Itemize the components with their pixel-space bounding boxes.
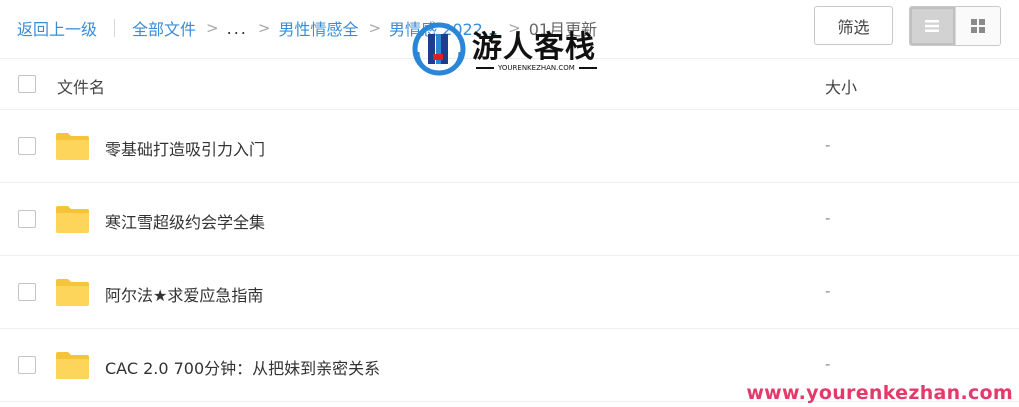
file-row[interactable]: 阿尔法★求爱应急指南 - [0,256,1019,329]
file-row[interactable]: 零基础打造吸引力入门 - [0,110,1019,183]
watermark-url: www.yourenkezhan.com [746,382,1013,404]
select-all-checkbox[interactable] [18,75,36,93]
folder-icon [56,352,89,379]
list-header: 文件名 大小 [0,58,1019,110]
grid-view-button[interactable] [954,7,1000,45]
filter-button[interactable]: 筛选 [814,6,893,45]
folder-icon [56,133,89,160]
folder-icon [56,206,89,233]
file-name[interactable]: 阿尔法★求爱应急指南 [105,282,263,306]
row-checkbox[interactable] [18,210,36,228]
breadcrumb-level2[interactable]: 男情感 2022... [389,16,498,40]
breadcrumb: 返回上一级 全部文件 > ... > 男性情感全 > 男情感 2022... >… [17,16,598,40]
row-checkbox[interactable] [18,137,36,155]
file-name[interactable]: 零基础打造吸引力入门 [105,136,265,160]
file-size: - [825,282,831,300]
chevron-right-icon: > [206,19,219,37]
list-view-button[interactable] [910,7,955,45]
breadcrumb-current: 01月更新 [528,20,598,39]
row-checkbox[interactable] [18,356,36,374]
breadcrumb-divider [114,19,116,37]
folder-icon [56,279,89,306]
chevron-right-icon: > [368,19,382,37]
back-link[interactable]: 返回上一级 [17,16,97,40]
column-header-name[interactable]: 文件名 [57,74,105,98]
row-checkbox[interactable] [18,283,36,301]
file-name[interactable]: 寒江雪超级约会学全集 [105,209,265,233]
breadcrumb-ellipsis[interactable]: ... [227,19,248,38]
file-size: - [825,209,831,227]
chevron-right-icon: > [508,19,521,37]
column-header-size[interactable]: 大小 [825,74,857,98]
file-size: - [825,136,831,154]
list-view-icon [925,20,940,32]
breadcrumb-all-files[interactable]: 全部文件 [132,16,196,40]
breadcrumb-level1[interactable]: 男性情感全 [278,16,358,40]
chevron-right-icon: > [257,19,271,37]
top-bar: 返回上一级 全部文件 > ... > 男性情感全 > 男情感 2022... >… [0,0,1019,56]
grid-view-icon [970,19,985,33]
file-row[interactable]: 寒江雪超级约会学全集 - [0,183,1019,256]
file-size: - [825,355,831,373]
file-name[interactable]: CAC 2.0 700分钟：从把妹到亲密关系 [105,355,380,379]
view-toggle [909,6,1001,46]
